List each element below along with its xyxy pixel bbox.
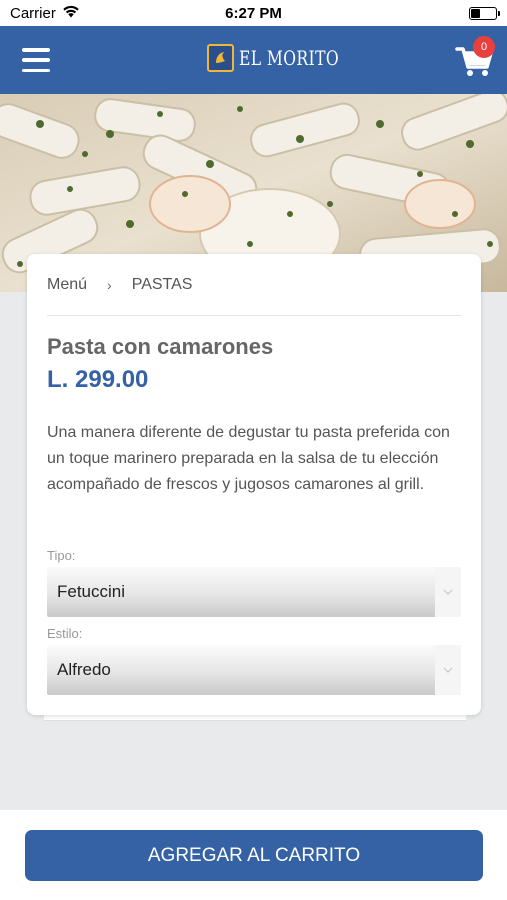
app-logo: EL MORITO	[207, 44, 367, 72]
estilo-value: Alfredo	[57, 660, 111, 679]
logo-icon	[207, 44, 234, 72]
breadcrumb-separator-icon: ›	[107, 277, 112, 293]
chevron-down-icon	[435, 567, 461, 617]
logo-text: EL MORITO	[239, 46, 340, 70]
battery-icon	[469, 6, 500, 20]
tipo-select[interactable]: Fetuccini	[47, 567, 461, 617]
breadcrumb: Menú › PASTAS	[47, 276, 192, 294]
estilo-select[interactable]: Alfredo	[47, 645, 461, 695]
chevron-down-icon	[435, 645, 461, 695]
product-card: Menú › PASTAS Pasta con camarones L. 299…	[27, 254, 481, 715]
battery-level	[471, 8, 481, 18]
product-price: L. 299.00	[47, 366, 149, 393]
nav-bar: EL MORITO	[0, 26, 507, 94]
breadcrumb-current[interactable]: PASTAS	[132, 276, 193, 294]
tipo-label: Tipo:	[47, 548, 76, 563]
estilo-label: Estilo:	[47, 626, 83, 641]
add-to-cart-button[interactable]: AGREGAR AL CARRITO	[25, 830, 483, 881]
carrier-label: Carrier	[10, 4, 56, 22]
hamburger-menu-icon[interactable]	[22, 48, 50, 72]
tipo-value: Fetuccini	[57, 582, 126, 601]
wifi-icon	[62, 5, 80, 22]
divider	[47, 315, 461, 316]
status-bar: Carrier 6:27 PM	[0, 0, 507, 26]
status-left: Carrier	[10, 5, 80, 22]
cart-count-badge: 0	[473, 36, 495, 58]
breadcrumb-menu-link[interactable]: Menú	[47, 276, 87, 294]
product-title: Pasta con camarones	[47, 334, 274, 359]
product-description: Una manera diferente de degustar tu past…	[47, 424, 450, 493]
